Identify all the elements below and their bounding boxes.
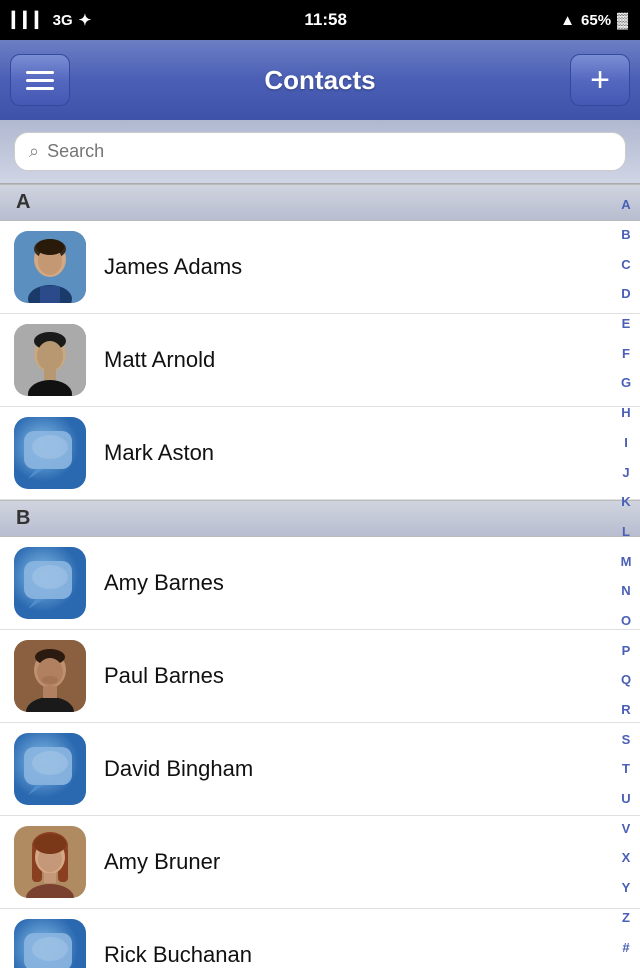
list-item[interactable]: Rick Buchanan — [0, 909, 640, 968]
list-item[interactable]: Mark Aston — [0, 407, 640, 500]
alpha-a[interactable]: A — [621, 198, 630, 211]
alpha-o[interactable]: O — [621, 614, 631, 627]
alpha-l[interactable]: L — [622, 525, 630, 538]
avatar — [14, 640, 86, 712]
activity-spinner: ✦ — [79, 11, 92, 29]
alpha-r[interactable]: R — [621, 703, 630, 716]
alpha-y[interactable]: Y — [622, 881, 631, 894]
contact-name: David Bingham — [104, 756, 253, 782]
avatar — [14, 733, 86, 805]
status-time: 11:58 — [304, 10, 347, 30]
alpha-v[interactable]: V — [622, 822, 631, 835]
status-bar: ▎▎▎ 3G ✦ 11:58 ▲ 65% ▓ — [0, 0, 640, 40]
contact-name: Paul Barnes — [104, 663, 224, 689]
contact-name: Mark Aston — [104, 440, 214, 466]
search-input[interactable] — [47, 141, 611, 162]
battery-icon: ▓ — [617, 12, 628, 29]
alpha-c[interactable]: C — [621, 258, 630, 271]
status-right: ▲ 65% ▓ — [560, 12, 628, 29]
nav-bar: Contacts + — [0, 40, 640, 120]
alpha-e[interactable]: E — [622, 317, 631, 330]
alpha-z[interactable]: Z — [622, 911, 630, 924]
search-icon: ⌕ — [29, 141, 39, 162]
list-item[interactable]: Amy Bruner — [0, 816, 640, 909]
menu-button[interactable] — [10, 54, 70, 106]
alpha-u[interactable]: U — [621, 792, 630, 805]
alpha-p[interactable]: P — [622, 644, 631, 657]
list-item[interactable]: Matt Arnold — [0, 314, 640, 407]
alpha-hash[interactable]: # — [622, 941, 629, 954]
alpha-t[interactable]: T — [622, 762, 630, 775]
contact-name: Amy Bruner — [104, 849, 220, 875]
list-item[interactable]: Paul Barnes — [0, 630, 640, 723]
alpha-n[interactable]: N — [621, 584, 630, 597]
alpha-x[interactable]: X — [622, 851, 631, 864]
bluetooth-icon: ▲ — [560, 12, 575, 29]
contact-name: Amy Barnes — [104, 570, 224, 596]
alpha-m[interactable]: M — [621, 555, 632, 568]
avatar — [14, 547, 86, 619]
avatar — [14, 826, 86, 898]
signal-bars: ▎▎▎ — [12, 11, 47, 29]
search-bar: ⌕ — [0, 120, 640, 184]
page-title: Contacts — [264, 65, 375, 96]
alpha-index: A B C D E F G H I J K L M N O P Q R S T … — [612, 184, 640, 968]
alpha-h[interactable]: H — [621, 406, 630, 419]
alpha-q[interactable]: Q — [621, 673, 631, 686]
alpha-f[interactable]: F — [622, 347, 630, 360]
section-header-b: B — [0, 500, 640, 537]
search-input-wrap: ⌕ — [14, 132, 626, 171]
alpha-d[interactable]: D — [621, 287, 630, 300]
avatar — [14, 919, 86, 968]
alpha-j[interactable]: J — [622, 466, 629, 479]
hamburger-icon — [26, 71, 54, 90]
network-type: 3G — [53, 12, 73, 29]
contact-name: Matt Arnold — [104, 347, 215, 373]
status-left: ▎▎▎ 3G ✦ — [12, 11, 91, 29]
section-header-a: A — [0, 184, 640, 221]
alpha-b[interactable]: B — [621, 228, 630, 241]
add-contact-button[interactable]: + — [570, 54, 630, 106]
alpha-k[interactable]: K — [621, 495, 630, 508]
avatar — [14, 231, 86, 303]
avatar — [14, 324, 86, 396]
battery-percent: 65% — [581, 12, 611, 29]
alpha-s[interactable]: S — [622, 733, 631, 746]
contact-name: Rick Buchanan — [104, 942, 252, 968]
list-item[interactable]: David Bingham — [0, 723, 640, 816]
alpha-i[interactable]: I — [624, 436, 628, 449]
alpha-g[interactable]: G — [621, 376, 631, 389]
contact-list: A James Adams — [0, 184, 640, 968]
avatar — [14, 417, 86, 489]
list-item[interactable]: Amy Barnes — [0, 537, 640, 630]
list-item[interactable]: James Adams — [0, 221, 640, 314]
contact-name: James Adams — [104, 254, 242, 280]
plus-icon: + — [590, 61, 610, 100]
